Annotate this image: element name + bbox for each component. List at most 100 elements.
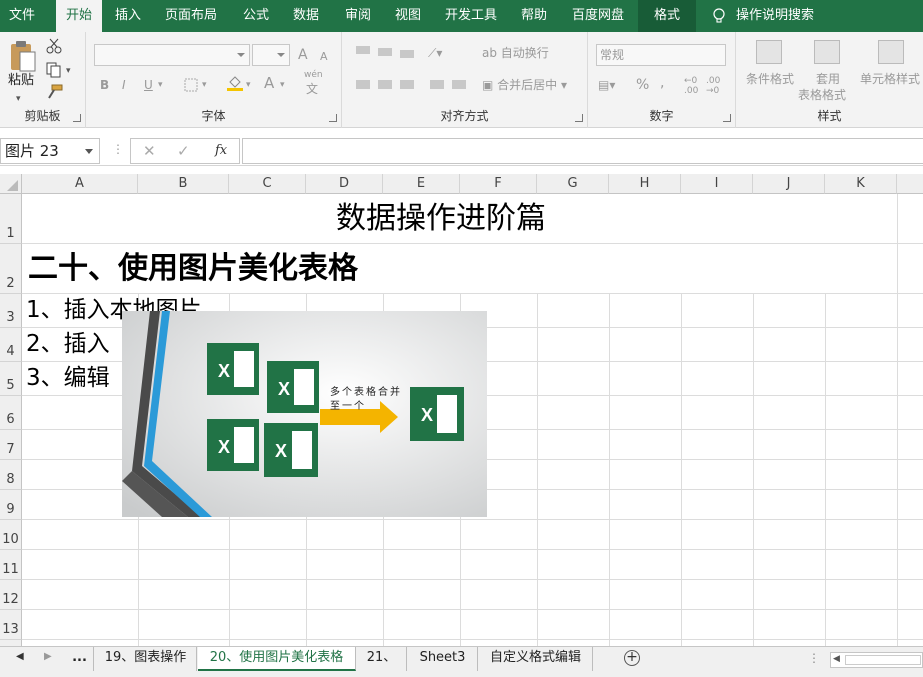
column-header-e[interactable]: E <box>383 174 460 194</box>
scroll-left-icon[interactable]: ◀ <box>833 654 840 664</box>
row-header-12[interactable]: 12 <box>0 580 22 610</box>
paste-dropdown-icon[interactable]: ▾ <box>16 90 21 108</box>
horizontal-scrollbar[interactable]: ◀ <box>830 652 923 668</box>
tab-home[interactable]: 开始 <box>56 0 102 32</box>
align-bottom-icon[interactable] <box>400 50 414 58</box>
item-cell-2[interactable]: 2、插入 <box>26 329 110 359</box>
column-header-h[interactable]: H <box>609 174 681 194</box>
font-color-button[interactable]: A <box>264 74 274 92</box>
fill-color-icon[interactable] <box>226 74 244 92</box>
percent-button[interactable]: % <box>636 76 649 94</box>
scroll-tabs-left-icon[interactable]: ◀ <box>16 651 24 662</box>
grow-font-button[interactable]: A <box>298 46 308 64</box>
increase-decimal-icon[interactable]: ←0.00 <box>684 76 698 96</box>
tab-file[interactable]: 文件 <box>0 0 44 32</box>
scroll-thumb[interactable] <box>845 655 921 665</box>
name-box[interactable]: 图片 23 <box>0 138 100 164</box>
border-icon[interactable] <box>184 78 198 92</box>
orientation-icon[interactable]: ⟋▾ <box>428 44 442 62</box>
copy-dropdown-icon[interactable]: ▾ <box>66 62 71 80</box>
align-center-icon[interactable] <box>378 80 392 89</box>
row-header-8[interactable]: 8 <box>0 460 22 490</box>
cut-icon[interactable] <box>46 38 62 54</box>
formula-bar-grip-icon[interactable]: ⋮ <box>112 142 124 156</box>
decrease-indent-icon[interactable] <box>430 80 444 89</box>
tab-formulas[interactable]: 公式 <box>234 0 278 32</box>
align-middle-icon[interactable] <box>378 48 392 56</box>
column-header-l[interactable] <box>897 174 923 194</box>
font-size-select[interactable] <box>252 44 290 66</box>
italic-button[interactable]: I <box>122 76 126 94</box>
row-header-9[interactable]: 9 <box>0 490 22 520</box>
tab-help[interactable]: 帮助 <box>512 0 556 32</box>
add-sheet-button[interactable]: + <box>624 650 640 666</box>
sheet-tab-sheet3[interactable]: Sheet3 <box>408 647 478 671</box>
heading-cell[interactable]: 二十、使用图片美化表格 <box>28 250 358 288</box>
row-header-4[interactable]: 4 <box>0 328 22 362</box>
row-header-2[interactable]: 2 <box>0 244 22 294</box>
conditional-format-button[interactable]: 条件格式 <box>746 70 794 88</box>
border-dropdown-icon[interactable]: ▾ <box>202 76 207 94</box>
more-tabs-button[interactable]: ... <box>66 647 94 671</box>
alignment-launcher[interactable] <box>575 114 583 122</box>
insert-function-icon[interactable]: fx <box>215 143 227 158</box>
worksheet-grid[interactable]: A B C D E F G H I J K 1 2 3 4 5 6 7 8 9 … <box>0 174 923 646</box>
scroll-tabs-right-icon[interactable]: ▶ <box>44 651 52 662</box>
decrease-decimal-icon[interactable]: .00 →0 <box>706 76 720 96</box>
cancel-icon[interactable]: ✕ <box>143 142 156 160</box>
row-header-5[interactable]: 5 <box>0 362 22 396</box>
clipboard-launcher[interactable] <box>73 114 81 122</box>
item-cell-3[interactable]: 3、编辑 <box>26 363 110 393</box>
tab-review[interactable]: 审阅 <box>336 0 380 32</box>
column-header-j[interactable]: J <box>753 174 825 194</box>
paste-button[interactable]: 粘贴 <box>8 72 34 90</box>
phonetic-guide-button[interactable]: 文 <box>306 80 318 98</box>
sheet-tab-custom-format[interactable]: 自定义格式编辑 <box>479 647 593 671</box>
formula-input[interactable] <box>242 138 923 164</box>
column-header-b[interactable]: B <box>138 174 229 194</box>
sheet-tab-19[interactable]: 19、图表操作 <box>95 647 197 671</box>
row-header-11[interactable]: 11 <box>0 550 22 580</box>
select-all-corner[interactable] <box>0 174 22 194</box>
column-header-a[interactable]: A <box>22 174 138 194</box>
column-header-g[interactable]: G <box>537 174 609 194</box>
format-painter-icon[interactable] <box>46 84 64 100</box>
font-launcher[interactable] <box>329 114 337 122</box>
number-format-select[interactable]: 常规 <box>596 44 726 66</box>
enter-icon[interactable]: ✓ <box>177 142 190 160</box>
underline-dropdown-icon[interactable]: ▾ <box>158 76 163 94</box>
number-launcher[interactable] <box>723 114 731 122</box>
tab-splitter-icon[interactable]: ⋮ <box>808 651 820 665</box>
row-header-7[interactable]: 7 <box>0 430 22 460</box>
row-header-6[interactable]: 6 <box>0 396 22 430</box>
tab-format[interactable]: 格式 <box>638 0 696 32</box>
row-header-3[interactable]: 3 <box>0 294 22 328</box>
accounting-format-icon[interactable]: ▤▾ <box>598 76 615 94</box>
tab-data[interactable]: 数据 <box>284 0 328 32</box>
sheet-tab-21[interactable]: 21、 <box>357 647 407 671</box>
merge-center-button[interactable]: ▣ 合并后居中 ▾ <box>482 76 567 94</box>
increase-indent-icon[interactable] <box>452 80 466 89</box>
tab-view[interactable]: 视图 <box>386 0 430 32</box>
cell-styles-button[interactable]: 单元格样式 <box>860 70 920 88</box>
column-header-d[interactable]: D <box>306 174 383 194</box>
align-right-icon[interactable] <box>400 80 414 89</box>
table-format-button[interactable]: 表格格式 <box>798 86 846 104</box>
copy-icon[interactable] <box>46 62 62 78</box>
row-header-1[interactable]: 1 <box>0 194 22 244</box>
wrap-text-button[interactable]: ab 自动换行 <box>482 44 549 62</box>
row-header-13[interactable]: 13 <box>0 610 22 640</box>
fill-color-dropdown-icon[interactable]: ▾ <box>246 76 251 94</box>
title-cell[interactable]: 数据操作进阶篇 <box>336 200 546 238</box>
tab-baidu-netdisk[interactable]: 百度网盘 <box>566 0 630 32</box>
comma-button[interactable]: , <box>660 74 664 92</box>
align-top-icon[interactable] <box>356 46 370 54</box>
shrink-font-button[interactable]: A <box>320 48 328 66</box>
tab-insert[interactable]: 插入 <box>106 0 150 32</box>
column-header-c[interactable]: C <box>229 174 306 194</box>
column-header-f[interactable]: F <box>460 174 537 194</box>
tab-developer[interactable]: 开发工具 <box>438 0 504 32</box>
font-family-select[interactable] <box>94 44 250 66</box>
font-color-dropdown-icon[interactable]: ▾ <box>280 76 285 94</box>
column-header-k[interactable]: K <box>825 174 897 194</box>
